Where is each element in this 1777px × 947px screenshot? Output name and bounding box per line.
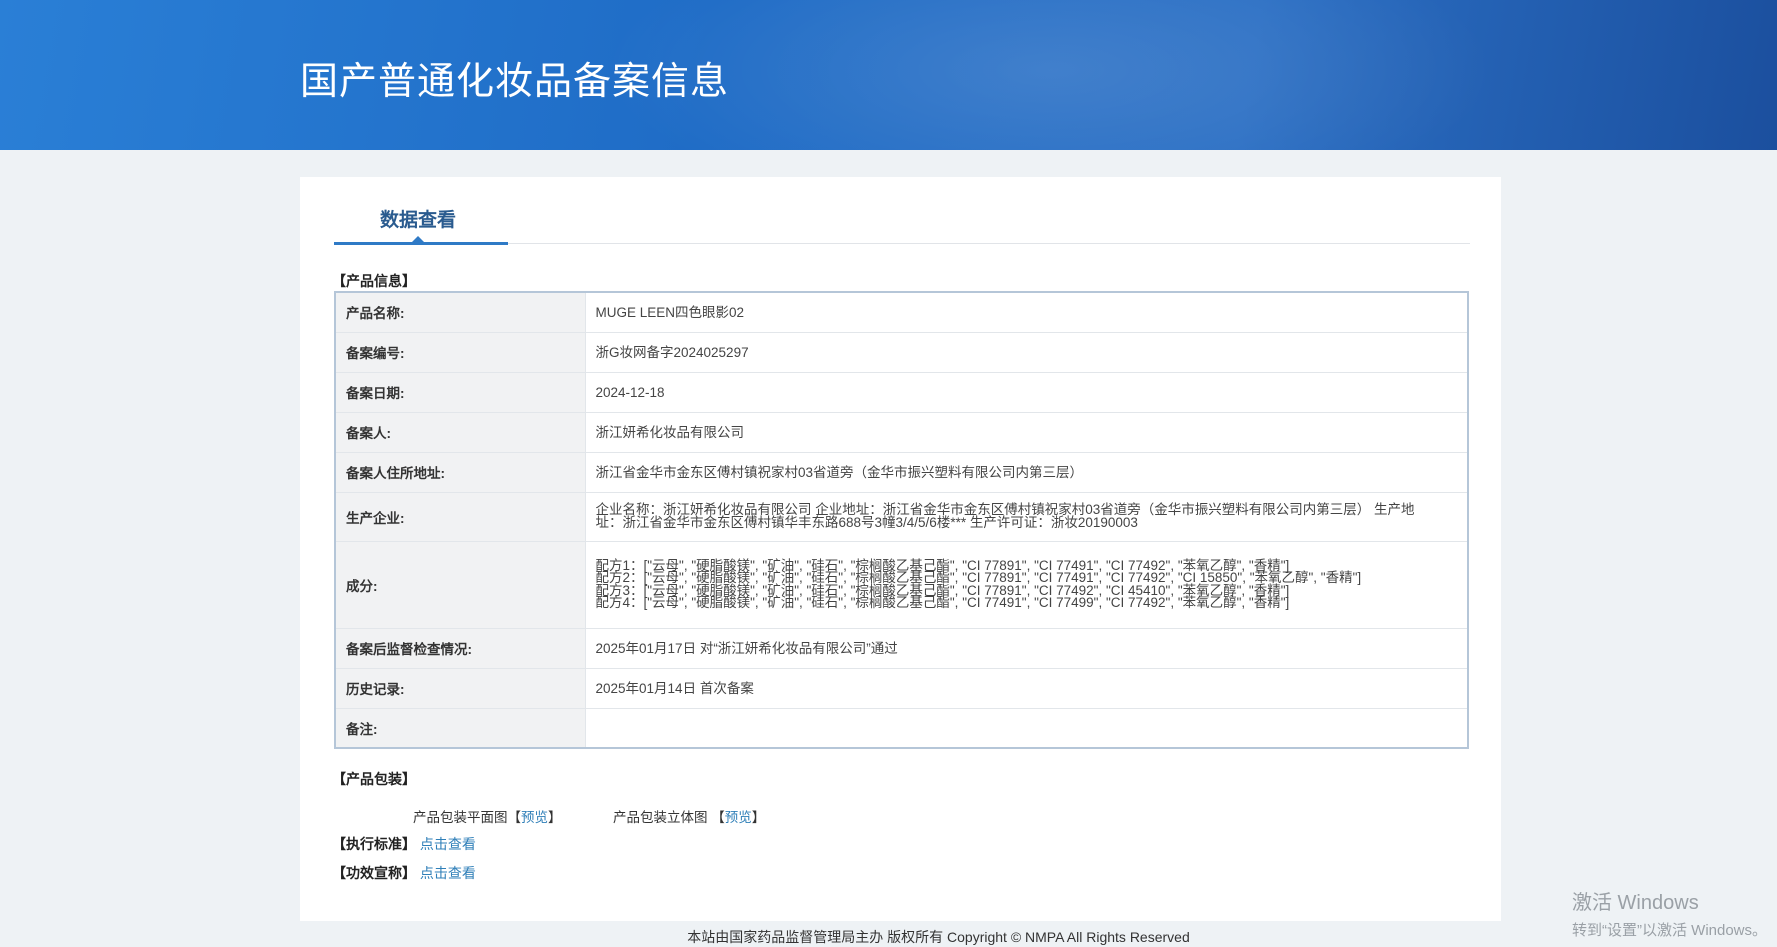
standard-row: 【执行标准】 点击查看 [332,834,476,854]
row-value: 2025年01月14日 首次备案 [585,668,1468,709]
windows-activation-watermark: 激活 Windows 转到“设置”以激活 Windows。 [1572,886,1767,940]
table-row: 成分: 配方1：["云母", "硬脂酸镁", "矿油", "硅石", "棕榈酸乙… [335,541,1468,629]
formula-line: 配方4：["云母", "硬脂酸镁", "矿油", "硅石", "棕榈酸乙基己酯"… [595,595,1290,610]
packaging-3d: 产品包装立体图 【预览】 [613,806,765,826]
table-row: 备案后监督检查情况: 2025年01月17日 对“浙江妍希化妆品有限公司”通过 [335,628,1468,669]
row-label: 产品名称: [335,292,586,333]
standard-view-link[interactable]: 点击查看 [420,836,476,852]
standard-label: 【执行标准】 [332,836,416,852]
row-label: 备注: [335,708,586,749]
product-info-table: 产品名称: MUGE LEEN四色眼影02 备案编号: 浙G妆网备字20240252… [334,291,1469,749]
row-value: 浙江妍希化妆品有限公司 [585,412,1468,453]
watermark-subtitle: 转到“设置”以激活 Windows。 [1572,922,1768,939]
row-value: 浙G妆网备字2024025297 [585,332,1468,373]
row-value: 配方1：["云母", "硬脂酸镁", "矿油", "硅石", "棕榈酸乙基己酯"… [585,541,1468,629]
tab-active-indicator [334,242,508,245]
row-value: 2025年01月17日 对“浙江妍希化妆品有限公司”通过 [585,628,1468,669]
row-label: 备案后监督检查情况: [335,628,586,669]
page-header: 国产普通化妆品备案信息 [0,0,1777,150]
content-card: 数据查看 【产品信息】 产品名称: MUGE LEEN四色眼影02 备案编号: 浙G… [300,177,1501,921]
footer-copyright: 本站由国家药品监督管理局主办 版权所有 Copyright © NMPA All… [687,929,1190,945]
table-row: 备注: [335,708,1468,749]
preview-3d-link[interactable]: 预览 [725,810,752,825]
packaging-3d-label: 产品包装立体图 [613,810,708,825]
product-info-heading: 【产品信息】 [332,273,416,289]
table-row: 历史记录: 2025年01月14日 首次备案 [335,668,1468,709]
row-value: 企业名称：浙江妍希化妆品有限公司 企业地址：浙江省金华市金东区傅村镇祝家村03省… [585,492,1468,542]
preview-flat-link[interactable]: 预览 [521,810,548,825]
table-row: 备案编号: 浙G妆网备字2024025297 [335,332,1468,373]
table-row: 备案日期: 2024-12-18 [335,372,1468,413]
row-value: MUGE LEEN四色眼影02 [585,292,1468,333]
bracket: 【 [711,810,725,825]
packaging-heading: 【产品包装】 [332,771,416,787]
bracket: 】 [548,810,562,825]
row-label: 备案人住所地址: [335,452,586,493]
table-row: 备案人住所地址: 浙江省金华市金东区傅村镇祝家村03省道旁（金华市振兴塑料有限公司… [335,452,1468,493]
table-row: 生产企业: 企业名称：浙江妍希化妆品有限公司 企业地址：浙江省金华市金东区傅村镇祝… [335,492,1468,542]
row-label: 备案编号: [335,332,586,373]
row-value [585,708,1468,749]
page-title: 国产普通化妆品备案信息 [300,61,730,103]
efficacy-view-link[interactable]: 点击查看 [420,865,476,881]
tab-data-view[interactable]: 数据查看 [380,205,456,232]
row-label: 生产企业: [335,492,586,542]
bracket: 【 [507,810,522,825]
watermark-title: 激活 Windows [1572,892,1699,914]
row-value: 2024-12-18 [585,372,1468,413]
efficacy-row: 【功效宣称】 点击查看 [332,863,476,883]
row-label: 成分: [335,541,586,629]
row-label: 备案人: [335,412,586,453]
efficacy-label: 【功效宣称】 [332,865,416,881]
table-row: 产品名称: MUGE LEEN四色眼影02 [335,292,1468,333]
packaging-flat: 产品包装平面图【预览】 [413,806,562,826]
table-row: 备案人: 浙江妍希化妆品有限公司 [335,412,1468,453]
bracket: 】 [751,810,766,825]
row-label: 备案日期: [335,372,586,413]
packaging-flat-label: 产品包装平面图 [413,810,508,825]
row-label: 历史记录: [335,668,586,709]
manufacturer-text: 企业名称：浙江妍希化妆品有限公司 企业地址：浙江省金华市金东区傅村镇祝家村03省… [595,502,1415,530]
tab-arrow-icon [412,236,424,242]
row-value: 浙江省金华市金东区傅村镇祝家村03省道旁（金华市振兴塑料有限公司内第三层） [585,452,1468,493]
